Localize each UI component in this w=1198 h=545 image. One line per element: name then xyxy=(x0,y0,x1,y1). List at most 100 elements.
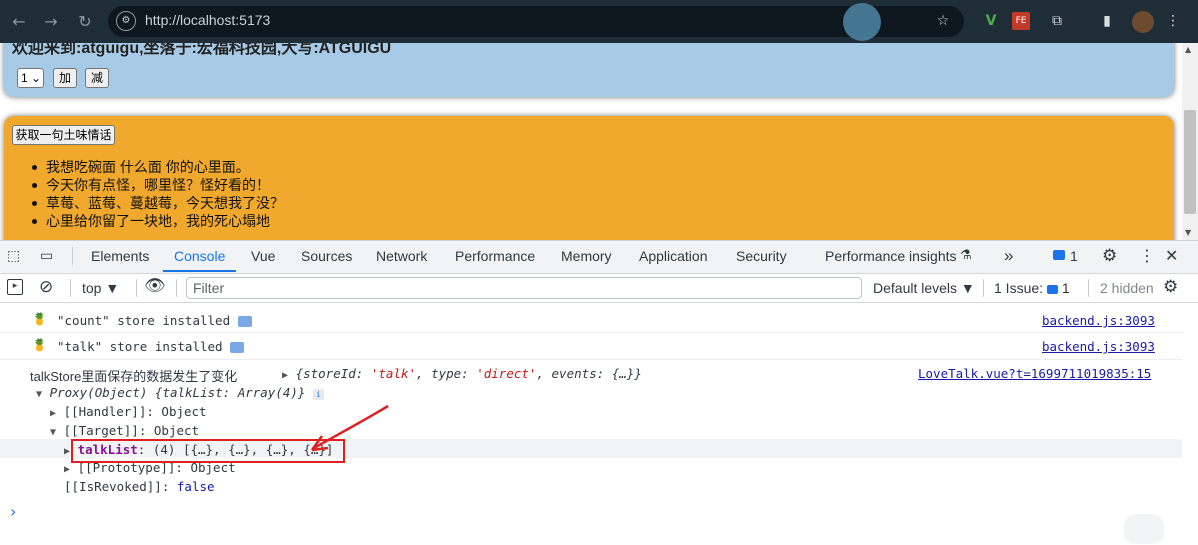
source-link[interactable]: backend.js:3093 xyxy=(1042,339,1155,354)
site-info-icon[interactable]: ⚙ xyxy=(116,11,136,31)
levels-label: Default levels xyxy=(873,280,958,296)
count-title: 欢迎来到:atguigu,坐落于:宏福科技园,大写:ATGUIGU xyxy=(12,43,392,57)
obj-value: 'talk' xyxy=(370,366,416,381)
page-viewport: 欢迎来到:atguigu,坐落于:宏福科技园,大写:ATGUIGU 1 ⌄ 加 … xyxy=(0,43,1182,240)
console-object-preview[interactable]: ▶ {storeId: 'talk', type: 'direct', even… xyxy=(282,366,642,381)
scroll-up-icon[interactable]: ▲ xyxy=(1185,45,1191,54)
pinia-icon: 🍍 xyxy=(32,312,47,326)
obj-key: storeId xyxy=(303,366,356,381)
settings-gear-icon[interactable]: ⚙ xyxy=(1102,246,1117,266)
clear-console-icon[interactable]: ⊘ xyxy=(39,277,53,297)
toolbar-divider xyxy=(983,279,984,297)
live-expression-eye-icon[interactable]: 👁 xyxy=(144,276,166,296)
dropdown-arrow-icon: ▼ xyxy=(105,280,120,296)
message-icon xyxy=(1053,250,1065,260)
talk-list: 我想吃碗面 什么面 你的心里面。 今天你有点怪，哪里怪？怪好看的！ 草莓、蓝莓、… xyxy=(32,158,284,230)
prop-value: Object xyxy=(153,423,200,438)
page-scrollbar-thumb[interactable] xyxy=(1184,110,1196,214)
handler-row[interactable]: ▶ [[Handler]]: Object xyxy=(50,404,207,419)
prop-key: [[Handler]] xyxy=(63,404,147,419)
proxy-text: Proxy(Object) {talkList: Array(4)} xyxy=(49,385,306,400)
tab-console[interactable]: Console xyxy=(174,248,225,264)
bookmark-star-icon[interactable]: ☆ xyxy=(932,10,954,32)
hidden-count: 2 hidden xyxy=(1100,280,1154,296)
brace: } xyxy=(634,366,642,381)
minus-button[interactable]: 减 xyxy=(85,68,109,88)
expand-triangle-icon[interactable]: ▶ xyxy=(282,370,288,381)
toolbar-divider xyxy=(1088,279,1089,297)
active-tab-indicator xyxy=(163,270,236,272)
back-icon[interactable]: ← xyxy=(8,11,30,33)
url-text[interactable]: http://localhost:5173 xyxy=(145,12,270,28)
expand-triangle-icon[interactable]: ▶ xyxy=(50,408,56,419)
close-devtools-icon[interactable]: ✕ xyxy=(1165,246,1178,265)
toolbar-divider xyxy=(136,279,137,297)
context-selector[interactable]: top ▼ xyxy=(82,280,119,296)
console-log-text: talkStore里面保存的数据发生了变化 xyxy=(30,369,238,384)
expand-triangle-icon[interactable]: ▶ xyxy=(64,446,70,457)
console-message: "count" store installed xyxy=(57,313,252,328)
extensions-puzzle-icon[interactable]: ⧉ xyxy=(1046,10,1068,32)
expand-triangle-icon[interactable]: ▶ xyxy=(64,464,70,475)
target-row[interactable]: ▼ [[Target]]: Object xyxy=(50,423,199,438)
console-prompt-icon[interactable]: › xyxy=(10,502,16,521)
screen-recorder-icon xyxy=(843,3,881,41)
list-item: 心里给你留了一块地，我的死心塌地 xyxy=(32,212,284,230)
issue-message-icon xyxy=(1046,284,1058,294)
prop-value: Object xyxy=(161,404,207,419)
source-link[interactable]: backend.js:3093 xyxy=(1042,313,1155,328)
obj-key: type xyxy=(431,366,462,381)
count-step-select[interactable]: 1 ⌄ xyxy=(17,68,44,88)
obj-value: 'direct' xyxy=(476,366,537,381)
tab-vue[interactable]: Vue xyxy=(251,248,275,264)
tab-sources[interactable]: Sources xyxy=(301,248,352,264)
tab-network[interactable]: Network xyxy=(376,248,427,264)
tab-divider xyxy=(72,247,73,265)
tab-performance-insights[interactable]: Performance insights xyxy=(825,248,957,264)
collapse-triangle-icon[interactable]: ▼ xyxy=(36,389,42,400)
tab-application[interactable]: Application xyxy=(639,248,708,264)
issues-label: 1 Issue: xyxy=(994,280,1044,296)
collapse-triangle-icon[interactable]: ▼ xyxy=(50,427,56,438)
new-badge-icon xyxy=(237,316,252,327)
show-sidebar-icon[interactable]: ▸ xyxy=(7,279,23,295)
devtools-menu-icon[interactable]: ⋮ xyxy=(1139,246,1155,265)
issues-count: 1 xyxy=(1061,280,1070,296)
prop-key: [[IsRevoked]] xyxy=(64,479,162,494)
count-step-value: 1 xyxy=(21,71,28,85)
inspect-element-icon[interactable]: ⬚ xyxy=(7,247,25,265)
tab-memory[interactable]: Memory xyxy=(561,248,612,264)
tab-security[interactable]: Security xyxy=(736,248,787,264)
prop-value: false xyxy=(176,479,215,494)
isrevoked-row: [[IsRevoked]]: false xyxy=(64,479,215,494)
fe-extension-icon[interactable]: FE xyxy=(1012,12,1030,30)
source-link[interactable]: LoveTalk.vue?t=1699711019835:15 xyxy=(918,366,1151,381)
annotation-arrow-icon xyxy=(310,404,389,452)
device-toolbar-icon[interactable]: ▭ xyxy=(40,247,58,265)
obj-key: events xyxy=(551,366,597,381)
side-panel-icon[interactable]: ▮ xyxy=(1096,10,1118,32)
message-text: "talk" store installed xyxy=(57,339,223,354)
scroll-down-icon[interactable]: ▼ xyxy=(1185,228,1191,237)
tab-elements[interactable]: Elements xyxy=(91,248,149,264)
proxy-object-row[interactable]: ▼ Proxy(Object) {talkList: Array(4)} i xyxy=(36,385,324,400)
console-settings-gear-icon[interactable]: ⚙ xyxy=(1163,277,1178,297)
message-count[interactable]: 1 xyxy=(1070,248,1078,264)
get-love-talk-button[interactable]: 获取一句土味情话 xyxy=(12,125,115,145)
more-tabs-button[interactable]: » xyxy=(1004,246,1013,266)
tab-performance[interactable]: Performance xyxy=(455,248,535,264)
default-levels-dropdown[interactable]: Default levels ▼ xyxy=(873,280,975,296)
forward-icon[interactable]: → xyxy=(40,11,62,33)
reload-icon[interactable]: ↻ xyxy=(74,11,96,33)
browser-menu-icon[interactable]: ⋮ xyxy=(1162,10,1184,32)
context-value: top xyxy=(82,280,102,296)
vue-devtools-extension-icon[interactable]: V xyxy=(980,10,1002,32)
row-divider xyxy=(0,359,1182,360)
console-message: "talk" store installed xyxy=(57,339,245,354)
add-button[interactable]: 加 xyxy=(53,68,77,88)
profile-avatar[interactable] xyxy=(1132,11,1154,33)
prop-key: [[Target]] xyxy=(63,423,139,438)
filter-input[interactable]: Filter xyxy=(186,277,862,299)
issues-button[interactable]: 1 Issue: 1 xyxy=(994,280,1070,296)
obj-value: {…} xyxy=(611,366,635,381)
